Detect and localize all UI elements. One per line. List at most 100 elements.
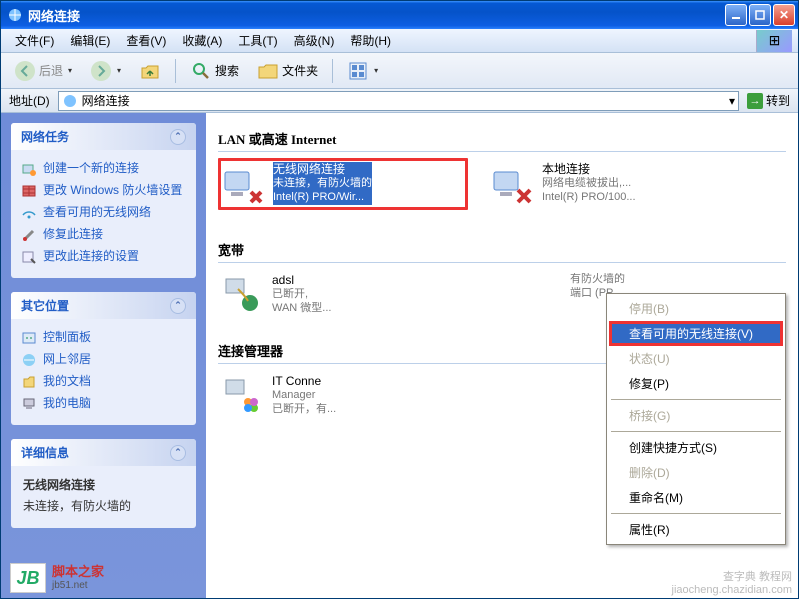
wireless-connection-icon bbox=[221, 162, 265, 206]
item-sub1: 网络电缆被拔出,... bbox=[542, 177, 636, 191]
menu-edit[interactable]: 编辑(E) bbox=[62, 30, 118, 51]
menu-advanced[interactable]: 高级(N) bbox=[286, 30, 343, 51]
search-button[interactable]: 搜索 bbox=[183, 56, 246, 86]
collapse-icon: ⌃ bbox=[170, 445, 186, 461]
item-sub1: Manager bbox=[272, 389, 336, 403]
settings-icon bbox=[21, 249, 37, 265]
panel-title: 网络任务 bbox=[21, 128, 69, 145]
connmgr-icon bbox=[220, 374, 264, 418]
network-tasks-header[interactable]: 网络任务 ⌃ bbox=[11, 123, 196, 150]
collapse-icon: ⌃ bbox=[170, 129, 186, 145]
client-area: 网络任务 ⌃ 创建一个新的连接 更改 Windows 防火墙设置 查看可用的无线… bbox=[1, 113, 798, 598]
forward-icon bbox=[90, 60, 112, 82]
chevron-down-icon[interactable]: ▾ bbox=[729, 94, 735, 108]
detail-header[interactable]: 详细信息 ⌃ bbox=[11, 439, 196, 466]
task-settings[interactable]: 更改此连接的设置 bbox=[21, 246, 186, 268]
item-sub2: Intel(R) PRO/100... bbox=[542, 191, 636, 205]
address-input[interactable]: 网络连接 ▾ bbox=[58, 91, 739, 111]
footer-logo-sub: jb51.net bbox=[52, 580, 104, 591]
ctx-view-wireless[interactable]: 查看可用的无线连接(V) bbox=[609, 321, 783, 346]
footer-logo-text: 脚本之家 bbox=[52, 565, 104, 579]
network-tasks-body: 创建一个新的连接 更改 Windows 防火墙设置 查看可用的无线网络 修复此连… bbox=[11, 150, 196, 278]
item-sub2: Intel(R) PRO/Wir... bbox=[273, 191, 372, 205]
item-text: 无线网络连接 未连接，有防火墙的 Intel(R) PRO/Wir... bbox=[273, 162, 372, 205]
connection-wireless[interactable]: 无线网络连接 未连接，有防火墙的 Intel(R) PRO/Wir... bbox=[218, 158, 468, 210]
menu-view[interactable]: 查看(V) bbox=[118, 30, 174, 51]
app-icon bbox=[7, 7, 23, 23]
folders-button[interactable]: 文件夹 bbox=[250, 56, 325, 86]
content-pane: LAN 或高速 Internet 无线网络连接 未连接，有防火墙的 Intel(… bbox=[206, 113, 798, 598]
detail-body: 无线网络连接 未连接，有防火墙的 bbox=[11, 466, 196, 528]
watermark-line1: 查字典 教程网 bbox=[723, 568, 792, 584]
documents-icon bbox=[21, 374, 37, 390]
repair-icon bbox=[21, 227, 37, 243]
network-icon bbox=[21, 352, 37, 368]
minimize-button[interactable] bbox=[725, 4, 747, 26]
forward-button[interactable]: ▾ bbox=[83, 56, 128, 86]
wireless-icon bbox=[21, 205, 37, 221]
address-label: 地址(D) bbox=[5, 92, 54, 109]
jb-logo-icon: JB bbox=[10, 563, 46, 593]
menu-help[interactable]: 帮助(H) bbox=[342, 30, 399, 51]
task-firewall[interactable]: 更改 Windows 防火墙设置 bbox=[21, 180, 186, 202]
task-create-connection[interactable]: 创建一个新的连接 bbox=[21, 158, 186, 180]
other-places-body: 控制面板 网上邻居 我的文档 我的电脑 bbox=[11, 319, 196, 425]
ctx-disable[interactable]: 停用(B) bbox=[609, 296, 783, 321]
maximize-button[interactable] bbox=[749, 4, 771, 26]
window-root: 网络连接 ✕ 文件(F) 编辑(E) 查看(V) 收藏(A) 工具(T) 高级(… bbox=[0, 0, 799, 599]
ctx-delete[interactable]: 删除(D) bbox=[609, 460, 783, 485]
menu-tools[interactable]: 工具(T) bbox=[230, 30, 285, 51]
back-label: 后退 bbox=[39, 62, 63, 79]
place-my-documents[interactable]: 我的文档 bbox=[21, 371, 186, 393]
ctx-bridge[interactable]: 桥接(G) bbox=[609, 403, 783, 428]
ctx-shortcut[interactable]: 创建快捷方式(S) bbox=[609, 435, 783, 460]
ctx-rename[interactable]: 重命名(M) bbox=[609, 485, 783, 510]
ctx-properties[interactable]: 属性(R) bbox=[609, 517, 783, 542]
firewall-icon bbox=[21, 183, 37, 199]
go-button[interactable]: → 转到 bbox=[743, 92, 794, 109]
detail-sub: 未连接，有防火墙的 bbox=[23, 497, 184, 514]
chevron-down-icon: ▾ bbox=[68, 66, 72, 75]
menu-favorites[interactable]: 收藏(A) bbox=[174, 30, 230, 51]
detail-title: 无线网络连接 bbox=[23, 476, 184, 493]
local-connection-icon bbox=[490, 162, 534, 206]
sidebar: 网络任务 ⌃ 创建一个新的连接 更改 Windows 防火墙设置 查看可用的无线… bbox=[1, 113, 206, 598]
address-bar: 地址(D) 网络连接 ▾ → 转到 bbox=[1, 89, 798, 113]
item-text: adsl 已断开, WAN 微型... bbox=[272, 273, 331, 316]
back-button[interactable]: 后退 ▾ bbox=[7, 56, 79, 86]
toolbar: 后退 ▾ ▾ 搜索 文件夹 ▾ bbox=[1, 53, 798, 89]
window-buttons: ✕ bbox=[725, 4, 795, 26]
place-my-computer[interactable]: 我的电脑 bbox=[21, 393, 186, 415]
ctx-status[interactable]: 状态(U) bbox=[609, 346, 783, 371]
other-places-header[interactable]: 其它位置 ⌃ bbox=[11, 292, 196, 319]
network-tasks-panel: 网络任务 ⌃ 创建一个新的连接 更改 Windows 防火墙设置 查看可用的无线… bbox=[11, 123, 196, 278]
connection-itconnect[interactable]: IT Conne Manager 已断开，有... bbox=[218, 370, 368, 422]
item-sub1: 未连接，有防火墙的 bbox=[273, 177, 372, 191]
collapse-icon: ⌃ bbox=[170, 298, 186, 314]
search-icon bbox=[190, 60, 212, 82]
separator bbox=[332, 59, 333, 83]
title-bar[interactable]: 网络连接 ✕ bbox=[1, 1, 798, 29]
computer-icon bbox=[21, 396, 37, 412]
menu-file[interactable]: 文件(F) bbox=[7, 30, 62, 51]
item-text: 本地连接 网络电缆被拔出,... Intel(R) PRO/100... bbox=[542, 162, 636, 205]
lan-items: 无线网络连接 未连接，有防火墙的 Intel(R) PRO/Wir... 本地连… bbox=[218, 158, 786, 210]
folders-icon bbox=[257, 60, 279, 82]
place-control-panel[interactable]: 控制面板 bbox=[21, 327, 186, 349]
close-button[interactable]: ✕ bbox=[773, 4, 795, 26]
place-network-neighborhood[interactable]: 网上邻居 bbox=[21, 349, 186, 371]
up-button[interactable] bbox=[132, 56, 168, 86]
new-connection-icon bbox=[21, 161, 37, 177]
ctx-repair[interactable]: 修复(P) bbox=[609, 371, 783, 396]
broadband-icon bbox=[220, 273, 264, 317]
detail-panel: 详细信息 ⌃ 无线网络连接 未连接，有防火墙的 bbox=[11, 439, 196, 528]
separator bbox=[175, 59, 176, 83]
windows-logo-icon: ⊞ bbox=[756, 30, 792, 52]
views-button[interactable]: ▾ bbox=[340, 56, 385, 86]
connection-adsl[interactable]: adsl 已断开, WAN 微型... bbox=[218, 269, 368, 321]
connection-local[interactable]: 本地连接 网络电缆被拔出,... Intel(R) PRO/100... bbox=[488, 158, 668, 210]
watermark: 查字典 教程网 jiaocheng.chazidian.com bbox=[672, 568, 792, 596]
other-places-panel: 其它位置 ⌃ 控制面板 网上邻居 我的文档 我的电脑 bbox=[11, 292, 196, 425]
task-repair[interactable]: 修复此连接 bbox=[21, 224, 186, 246]
task-view-wireless[interactable]: 查看可用的无线网络 bbox=[21, 202, 186, 224]
